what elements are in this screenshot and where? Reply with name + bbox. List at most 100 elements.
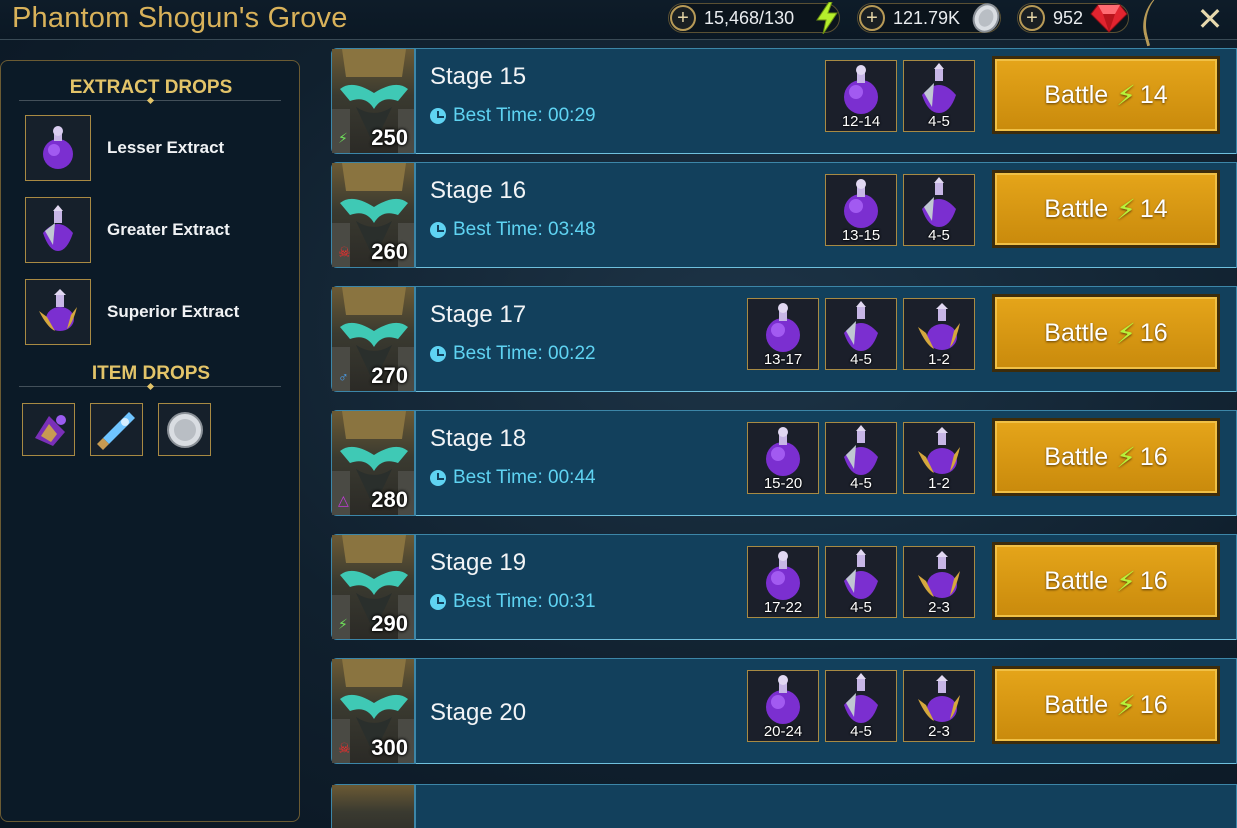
best-time: Best Time: 00:29: [430, 105, 596, 127]
add-silver-button[interactable]: +: [859, 5, 885, 31]
drop-range: 2-3: [928, 723, 950, 740]
clock-icon: [430, 346, 446, 362]
stage-row-partial[interactable]: [331, 784, 1237, 828]
item-drop-artifact[interactable]: [22, 403, 75, 456]
decorative-arc: [1134, 0, 1186, 47]
battle-button[interactable]: Battle ⚡ 16: [992, 666, 1220, 744]
extract-drops-title: EXTRACT DROPS: [69, 77, 233, 98]
drop-slot[interactable]: 13-17: [747, 298, 819, 370]
drops-panel: EXTRACT DROPS Lesser Extract Greater Ext…: [0, 60, 300, 822]
drop-slot[interactable]: 4-5: [825, 546, 897, 618]
add-gems-button[interactable]: +: [1019, 5, 1045, 31]
drop-slot[interactable]: 4-5: [903, 174, 975, 246]
stage-row[interactable]: ⚡ 290 Stage 19 Best Time: 00:31 17-22 4-5 2-3 B…: [331, 534, 1237, 640]
best-time: Best Time: 03:48: [430, 219, 596, 241]
energy-icon: ⚡: [1116, 317, 1136, 349]
add-energy-button[interactable]: +: [670, 5, 696, 31]
boss-level: 260: [371, 239, 408, 264]
item-drop-weapon[interactable]: [90, 403, 143, 456]
superior-extract-icon: [25, 279, 91, 345]
extract-label: Superior Extract: [107, 302, 240, 321]
silver-coin-icon: [972, 3, 1000, 33]
extract-greater[interactable]: Greater Extract: [25, 197, 230, 263]
extract-label: Greater Extract: [107, 220, 230, 239]
drop-range: 2-3: [928, 599, 950, 616]
affinity-void-icon: ☠: [338, 244, 351, 260]
drop-slot[interactable]: 12-14: [825, 60, 897, 132]
top-bar: Phantom Shogun's Grove + 15,468/130 + 12…: [0, 0, 1237, 47]
battle-button[interactable]: Battle ⚡ 16: [992, 418, 1220, 496]
drop-range: 17-22: [763, 599, 803, 616]
extract-superior[interactable]: Superior Extract: [25, 279, 239, 345]
clock-icon: [430, 470, 446, 486]
item-drop-silver[interactable]: [158, 403, 211, 456]
drop-range: 13-17: [763, 351, 803, 368]
boss-level: 290: [371, 611, 408, 636]
boss-level: 280: [371, 487, 408, 512]
stage-name: Stage 18: [430, 425, 527, 452]
extract-lesser[interactable]: Lesser Extract: [25, 115, 224, 181]
gems-counter[interactable]: + 952: [1017, 3, 1129, 33]
energy-counter[interactable]: + 15,468/130: [668, 2, 840, 34]
drop-slot[interactable]: 4-5: [903, 60, 975, 132]
drop-slot[interactable]: 15-20: [747, 422, 819, 494]
battle-button[interactable]: Battle ⚡ 14: [992, 170, 1220, 248]
best-time-text: Best Time: 00:22: [453, 343, 596, 364]
page-title: Phantom Shogun's Grove: [12, 2, 348, 34]
drop-range: 4-5: [928, 113, 950, 130]
stage-row[interactable]: △ 280 Stage 18 Best Time: 00:44 15-20 4-5 1-2 B…: [331, 410, 1237, 516]
ruby-gem-icon: [1090, 4, 1128, 33]
battle-button[interactable]: Battle ⚡ 16: [992, 542, 1220, 620]
stage-row[interactable]: ☠ 260 Stage 16 Best Time: 03:48 13-15 4-5 Batt…: [331, 162, 1237, 268]
drop-range: 1-2: [928, 351, 950, 368]
boss-portrait: ⚡ 250: [332, 49, 416, 153]
battle-button[interactable]: Battle ⚡ 16: [992, 294, 1220, 372]
affinity-force-icon: ⚡: [338, 616, 348, 632]
best-time-text: Best Time: 03:48: [453, 219, 596, 240]
boss-portrait: ♂ 270: [332, 287, 416, 391]
affinity-void-icon: ☠: [338, 740, 351, 756]
drop-slot[interactable]: 4-5: [825, 670, 897, 742]
close-icon[interactable]: ✕: [1193, 0, 1227, 38]
artifact-icon: [34, 414, 66, 446]
drop-slot[interactable]: 20-24: [747, 670, 819, 742]
drop-slot[interactable]: 2-3: [903, 670, 975, 742]
energy-value: 15,468/130: [704, 7, 795, 28]
silver-coin-icon: [166, 411, 203, 448]
stage-row[interactable]: ☠ 300 Stage 20 20-24 4-5 2-3 Battle ⚡ 16: [331, 658, 1237, 764]
drop-slot[interactable]: 1-2: [903, 422, 975, 494]
drop-range: 1-2: [928, 475, 950, 492]
battle-button[interactable]: Battle ⚡ 14: [992, 56, 1220, 134]
energy-cost: 16: [1139, 442, 1168, 471]
drop-slot[interactable]: 4-5: [825, 422, 897, 494]
silver-counter[interactable]: + 121.79K: [857, 3, 1001, 33]
drop-range: 4-5: [850, 723, 872, 740]
affinity-magic-icon: ♂: [338, 369, 349, 385]
drop-slot[interactable]: 2-3: [903, 546, 975, 618]
drop-range: 4-5: [850, 351, 872, 368]
clock-icon: [430, 222, 446, 238]
stage-row[interactable]: ♂ 270 Stage 17 Best Time: 00:22 13-17 4-5 1-2 B…: [331, 286, 1237, 392]
battle-label: Battle: [1044, 194, 1109, 223]
boss-portrait: ☠ 260: [332, 163, 416, 267]
silver-value: 121.79K: [893, 7, 961, 28]
drop-slot[interactable]: 1-2: [903, 298, 975, 370]
best-time-text: Best Time: 00:29: [453, 105, 596, 126]
boss-portrait: ☠ 300: [332, 659, 416, 763]
best-time: Best Time: 00:22: [430, 343, 596, 365]
best-time-text: Best Time: 00:44: [453, 467, 596, 488]
affinity-spirit-icon: △: [338, 492, 349, 508]
energy-icon: ⚡: [1116, 193, 1136, 225]
boss-portrait: △ 280: [332, 411, 416, 515]
drop-range: 13-15: [841, 227, 881, 244]
stage-name: Stage 16: [430, 177, 527, 204]
stage-name: Stage 19: [430, 549, 527, 576]
item-drops-title: ITEM DROPS: [91, 363, 211, 384]
battle-label: Battle: [1044, 80, 1109, 109]
drop-slot[interactable]: 17-22: [747, 546, 819, 618]
lesser-extract-icon: [25, 115, 91, 181]
boss-portrait: [332, 785, 416, 828]
drop-slot[interactable]: 13-15: [825, 174, 897, 246]
stage-row[interactable]: ⚡ 250 Stage 15 Best Time: 00:29 12-14 4-5 Batt…: [331, 48, 1237, 154]
drop-slot[interactable]: 4-5: [825, 298, 897, 370]
